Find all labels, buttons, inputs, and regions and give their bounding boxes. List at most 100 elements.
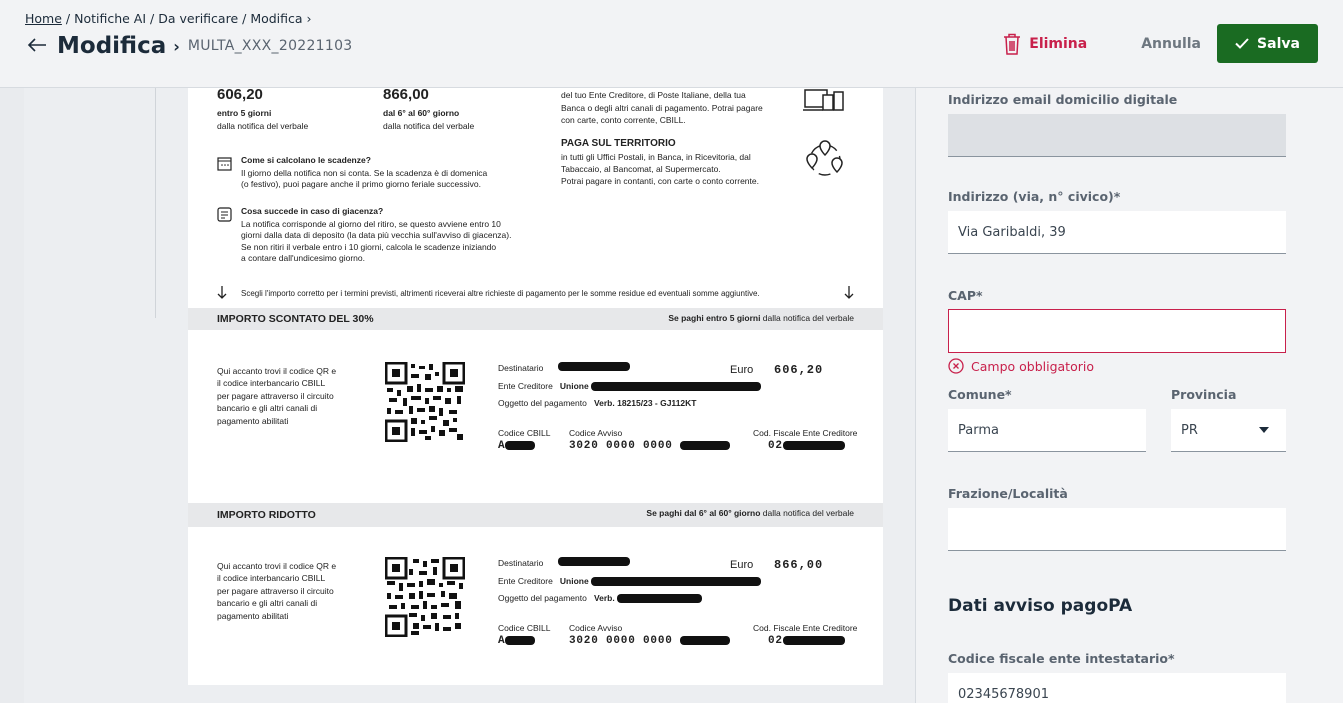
territorio-title: PAGA SUL TERRITORIO bbox=[561, 138, 676, 149]
giacenza-line: Se non ritiri il verbale entro i 10 gior… bbox=[241, 242, 497, 252]
page-header: Home / Notifiche AI / Da verificare / Mo… bbox=[0, 0, 1343, 88]
arrow-down-icon bbox=[217, 286, 227, 299]
error-circle-icon bbox=[948, 358, 964, 374]
breadcrumb: Home / Notifiche AI / Da verificare / Mo… bbox=[25, 11, 312, 26]
check-icon bbox=[1235, 38, 1249, 49]
qr-code-icon bbox=[385, 362, 465, 442]
band-right: Se paghi dal 6° al 60° giorno dalla noti… bbox=[646, 508, 854, 518]
euro-label: Euro bbox=[730, 364, 754, 376]
info-line: pagamento abilitati bbox=[217, 611, 289, 621]
online-line: Banca o degli altri canali di pagamento.… bbox=[561, 103, 763, 113]
scadenze-line: (o festivo), puoi pagare anche il primo … bbox=[241, 179, 482, 189]
breadcrumb-separator: › bbox=[302, 11, 312, 26]
frazione-field[interactable] bbox=[948, 508, 1286, 551]
map-pins-icon bbox=[806, 140, 843, 176]
cbill-label: Codice CBILL bbox=[498, 428, 551, 438]
calendar-icon bbox=[217, 157, 232, 171]
comune-label: Comune* bbox=[948, 387, 1012, 402]
email-field bbox=[948, 114, 1286, 157]
territorio-line: Potrai pagare in contanti, con carte o c… bbox=[561, 176, 759, 186]
address-label: Indirizzo (via, n° civico)* bbox=[948, 189, 1121, 204]
redacted-value bbox=[558, 362, 630, 371]
info-line: per pagare attraverso il circuito bbox=[217, 391, 334, 401]
title-row: Modifica › MULTA_XXX_20221103 bbox=[27, 33, 353, 59]
caret-down-icon bbox=[1259, 427, 1269, 433]
ente-label: Ente Creditore Unione bbox=[498, 381, 762, 392]
qr-code-icon bbox=[385, 557, 465, 637]
frazione-label: Frazione/Località bbox=[948, 486, 1068, 501]
breadcrumb-notifiche-link[interactable]: Notifiche AI bbox=[74, 11, 146, 26]
devices-icon bbox=[803, 89, 844, 111]
info-line: bancario e gli altri canali di bbox=[217, 598, 318, 608]
territorio-line: Tabaccaio, al Bancomat, al Supermercato. bbox=[561, 164, 721, 174]
cancel-button[interactable]: Annulla bbox=[1141, 36, 1201, 52]
amount-discounted-from: dalla notifica del verbale bbox=[217, 121, 309, 131]
cf-ente-value: 02 bbox=[768, 635, 845, 649]
header-actions: Elimina Annulla Salva bbox=[1003, 24, 1318, 63]
info-line: bancario e gli altri canali di bbox=[217, 403, 318, 413]
cf-ente-label: Cod. Fiscale Ente Creditore bbox=[753, 623, 858, 633]
euro-value: 866,00 bbox=[774, 558, 824, 572]
preview-divider bbox=[155, 88, 156, 318]
online-line: con carte, conto corrente, CBILL. bbox=[561, 115, 686, 125]
breadcrumb-da-verificare-link[interactable]: Da verificare bbox=[158, 11, 238, 26]
avviso-value: 3020 0000 0000 bbox=[569, 635, 731, 649]
comune-field[interactable]: Parma bbox=[948, 409, 1146, 452]
amount-reduced-from: dalla notifica del verbale bbox=[383, 121, 475, 131]
provincia-label: Provincia bbox=[1171, 387, 1237, 402]
arrow-down-icon bbox=[844, 286, 854, 299]
pagopa-section-title: Dati avviso pagoPA bbox=[948, 596, 1133, 616]
delete-button[interactable]: Elimina bbox=[1003, 33, 1087, 55]
euro-value: 606,20 bbox=[774, 363, 824, 377]
info-line: Qui accanto trovi il codice QR e bbox=[217, 366, 337, 376]
address-field[interactable]: Via Garibaldi, 39 bbox=[948, 211, 1286, 254]
info-line: il codice interbancario CBILL bbox=[217, 573, 326, 583]
edit-form: Indirizzo email domicilio digitale Indir… bbox=[915, 88, 1343, 703]
destinatario-label: Destinatario bbox=[498, 558, 544, 568]
giacenza-line: La notifica corrisponde al giorno del ri… bbox=[241, 219, 501, 229]
amount-reduced-when: dal 6° al 60° giorno bbox=[383, 108, 460, 118]
giacenza-line: a contare dall'undicesimo giorno. bbox=[241, 253, 366, 263]
amount-discounted-when: entro 5 giorni bbox=[217, 108, 272, 118]
page-title: Modifica bbox=[57, 33, 167, 59]
breadcrumb-separator: / bbox=[61, 11, 75, 26]
online-line: del tuo Ente Creditore, di Poste Italian… bbox=[561, 90, 746, 100]
breadcrumb-separator: / bbox=[238, 11, 251, 26]
cbill-label: Codice CBILL bbox=[498, 623, 551, 633]
cf-intestatario-field[interactable]: 02345678901 bbox=[948, 673, 1286, 703]
breadcrumb-home-link[interactable]: Home bbox=[25, 11, 62, 26]
section-band-reduced: IMPORTO RIDOTTO Se paghi dal 6° al 60° g… bbox=[188, 503, 883, 527]
oggetto-label: Oggetto del pagamento Verb. bbox=[498, 593, 703, 604]
choose-amount-note: Scegli l'importo corretto per i termini … bbox=[241, 289, 760, 298]
breadcrumb-separator: / bbox=[146, 11, 159, 26]
amount-reduced: 866,00 bbox=[383, 86, 429, 103]
cap-error-text: Campo obbligatorio bbox=[971, 358, 1094, 374]
redacted-value bbox=[558, 557, 630, 566]
trash-icon bbox=[1004, 33, 1021, 55]
section-band-discounted: IMPORTO SCONTATO DEL 30% Se paghi entro … bbox=[188, 308, 883, 330]
info-line: Qui accanto trovi il codice QR e bbox=[217, 561, 337, 571]
scadenze-line: Il giorno della notifica non si conta. S… bbox=[241, 168, 488, 178]
euro-label: Euro bbox=[730, 559, 754, 571]
delete-button-label: Elimina bbox=[1029, 35, 1088, 52]
territorio-line: in tutti gli Uffici Postali, in Banca, i… bbox=[561, 152, 751, 162]
arrow-left-icon[interactable] bbox=[27, 34, 57, 58]
giacenza-line: giorni dalla data di deposito (la data p… bbox=[241, 230, 512, 240]
cf-intestatario-label: Codice fiscale ente intestatario* bbox=[948, 651, 1175, 666]
file-name: MULTA_XXX_20221103 bbox=[187, 38, 353, 54]
info-line: il codice interbancario CBILL bbox=[217, 378, 326, 388]
cf-ente-label: Cod. Fiscale Ente Creditore bbox=[753, 428, 858, 438]
save-button-label: Salva bbox=[1257, 35, 1300, 52]
cf-ente-value: 02 bbox=[768, 440, 845, 454]
document-icon bbox=[217, 207, 232, 222]
band-title: IMPORTO SCONTATO DEL 30% bbox=[217, 313, 374, 325]
cbill-value: A bbox=[498, 440, 536, 454]
title-separator: › bbox=[173, 36, 180, 56]
band-title: IMPORTO RIDOTTO bbox=[217, 509, 316, 521]
provincia-select[interactable]: PR bbox=[1171, 409, 1286, 452]
scadenze-title: Come si calcolano le scadenze? bbox=[241, 155, 371, 165]
cap-field[interactable] bbox=[948, 309, 1286, 353]
save-button[interactable]: Salva bbox=[1217, 24, 1318, 63]
document-preview[interactable]: 606,20 entro 5 giorni dalla notifica del… bbox=[188, 86, 883, 685]
avviso-value: 3020 0000 0000 bbox=[569, 440, 731, 454]
